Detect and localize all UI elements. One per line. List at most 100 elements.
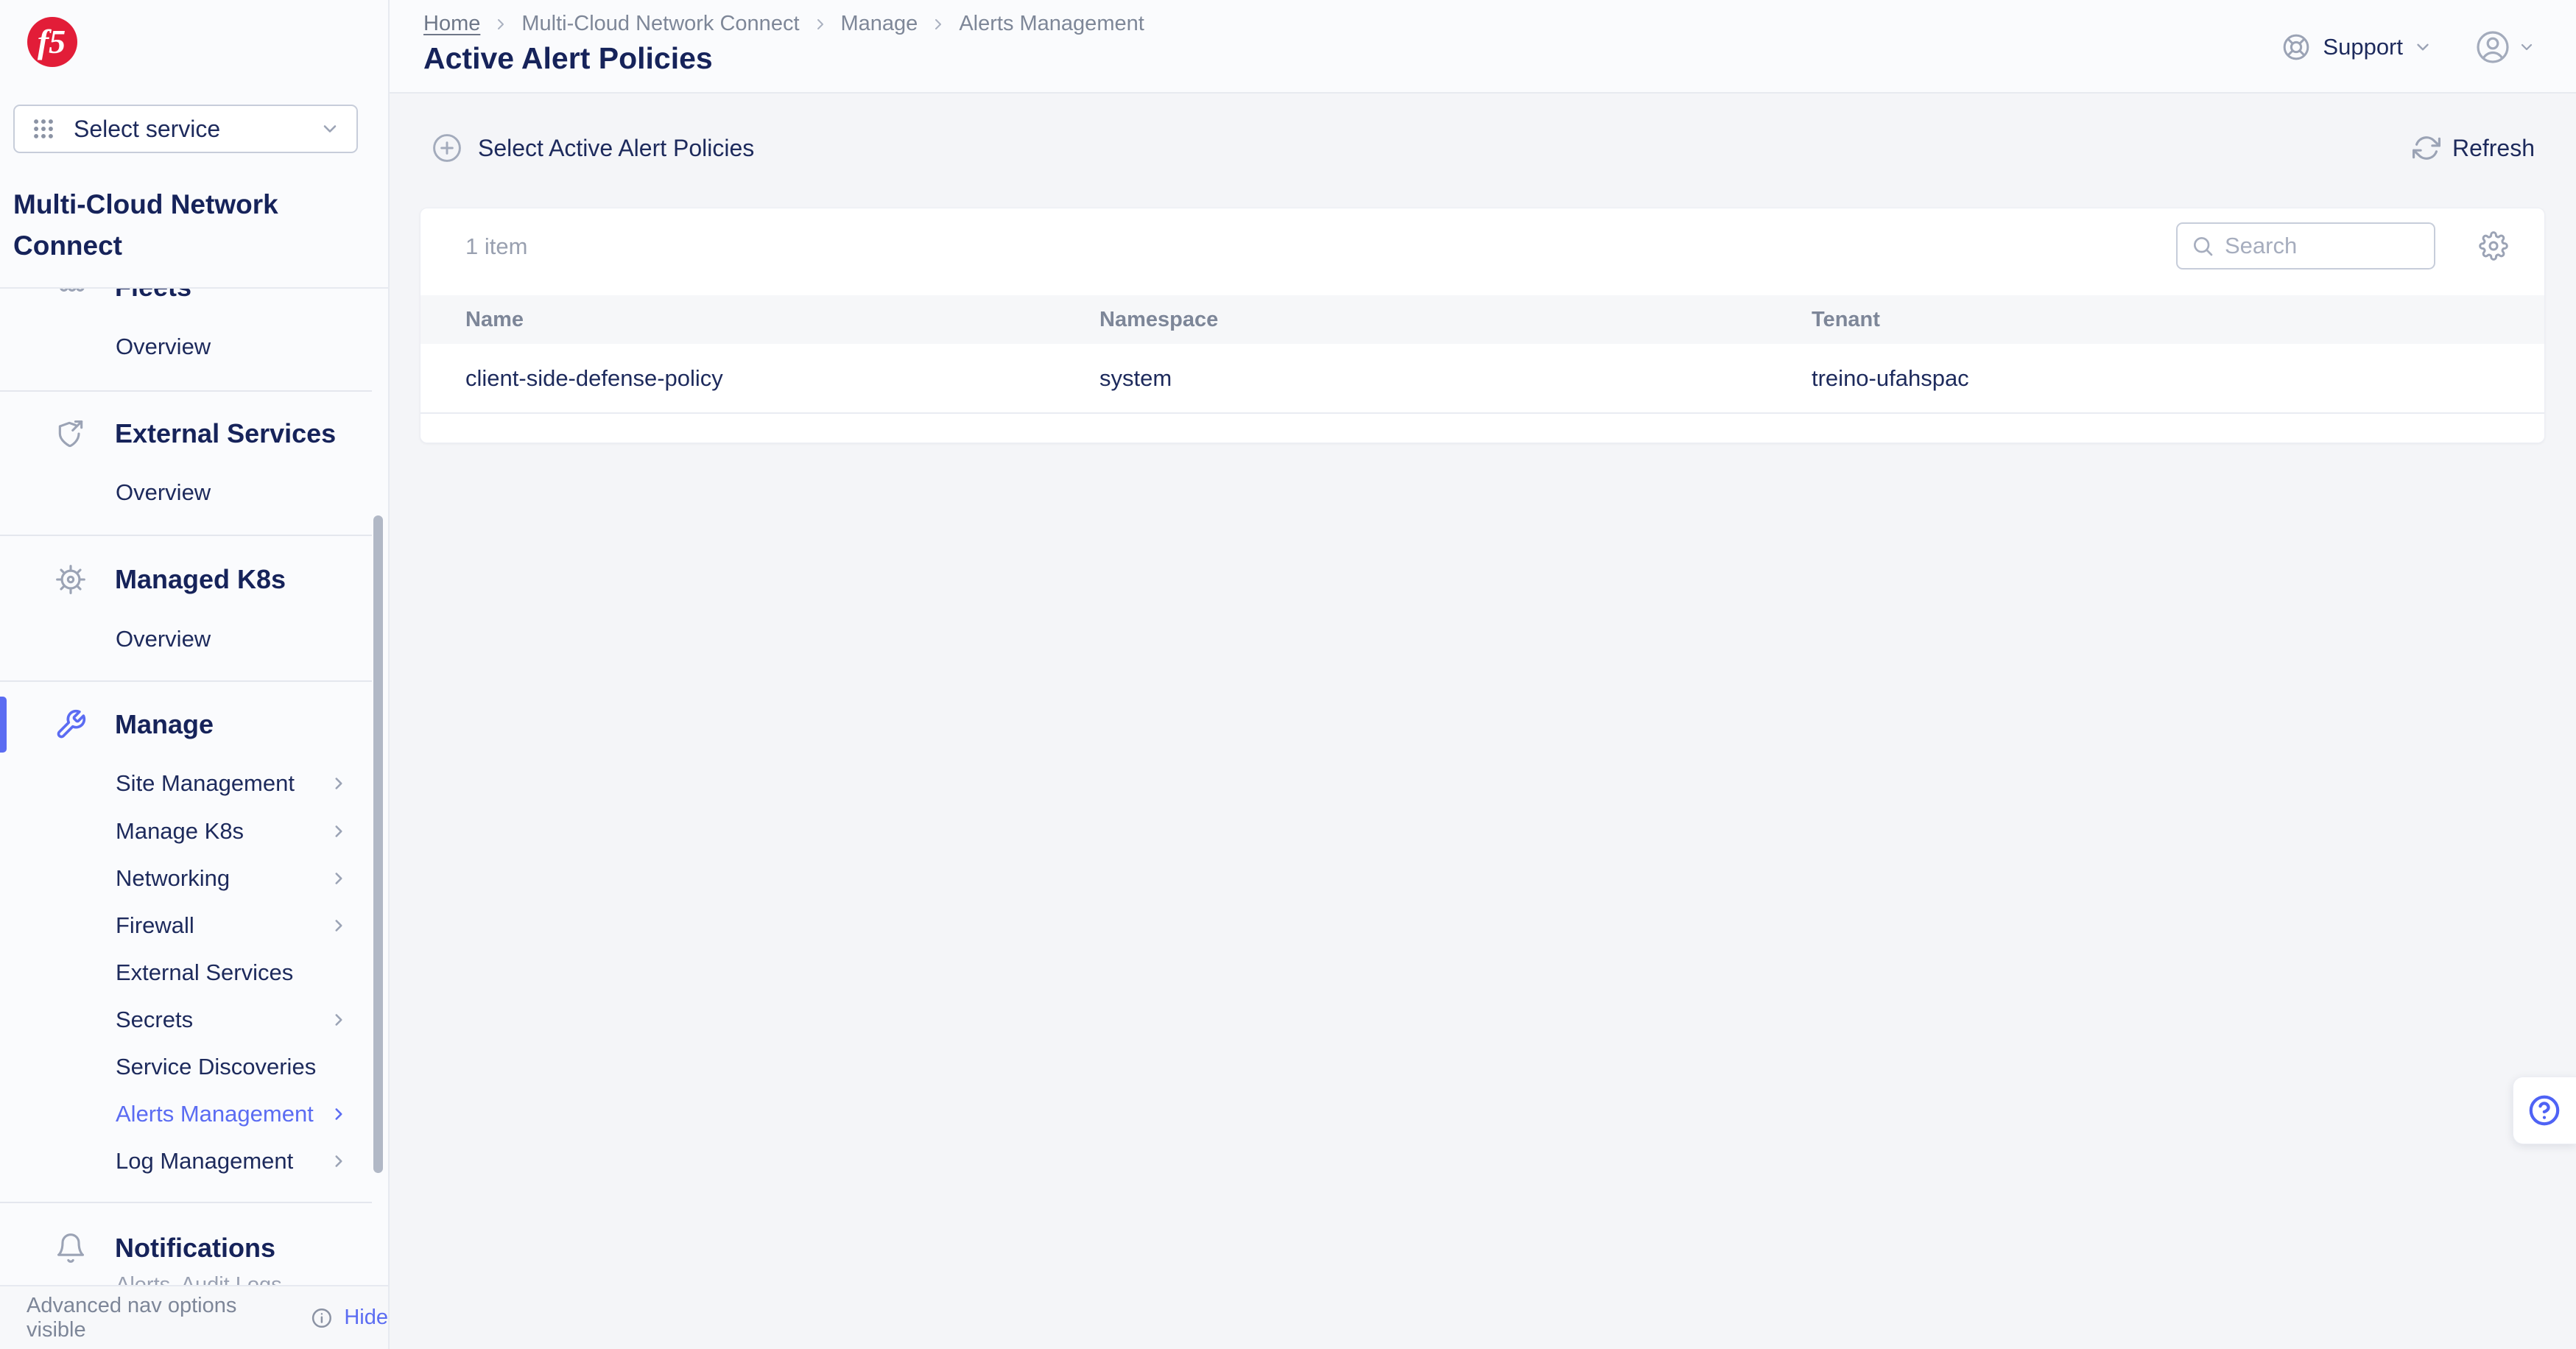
chevron-down-icon <box>2413 38 2432 57</box>
sidebar-section-label: External Services <box>115 418 336 449</box>
search-icon <box>2191 234 2214 258</box>
sidebar-item-label: Log Management <box>116 1148 293 1174</box>
page-title: Active Alert Policies <box>423 41 713 76</box>
sidebar-item-firewall[interactable]: Firewall <box>0 902 388 949</box>
sidebar-section-label: Manage <box>115 709 214 740</box>
main-content: Select Active Alert Policies Refresh 1 i… <box>390 95 2576 1349</box>
sidebar-item-secrets[interactable]: Secrets <box>0 996 388 1043</box>
sidebar-item-label: Overview <box>116 626 211 652</box>
chevron-right-icon <box>329 774 348 793</box>
refresh-label: Refresh <box>2452 135 2535 162</box>
table-search <box>2176 222 2435 270</box>
notifications-icon <box>53 1232 88 1264</box>
sidebar: f5 Select service Multi-Cloud Network Co… <box>0 0 390 1349</box>
select-button-label: Select Active Alert Policies <box>478 135 754 162</box>
sidebar-section-managed-k8s[interactable]: Managed K8s <box>0 552 388 607</box>
topbar: Home Multi-Cloud Network Connect Manage … <box>390 0 2576 94</box>
sidebar-section-label: Managed K8s <box>115 564 286 595</box>
grid-icon <box>31 116 56 141</box>
managed-k8s-icon <box>53 563 88 596</box>
sidebar-item-site-management[interactable]: Site Management <box>0 760 388 807</box>
search-input[interactable] <box>2225 233 2421 259</box>
chevron-right-icon <box>929 15 947 33</box>
sidebar-section-fleets[interactable]: Fleets <box>0 287 388 315</box>
table-row[interactable]: client-side-defense-policy system treino… <box>420 344 2544 414</box>
sidebar-item-managed-k8s-overview[interactable]: Overview <box>0 616 388 663</box>
breadcrumb-home[interactable]: Home <box>423 12 480 36</box>
sidebar-item-label: Manage K8s <box>116 818 244 845</box>
external-services-icon <box>53 418 88 450</box>
chevron-right-icon <box>329 1152 348 1171</box>
breadcrumb-current: Alerts Management <box>959 12 1144 36</box>
sidebar-section-label: Fleets <box>115 287 191 303</box>
refresh-icon <box>2413 134 2440 162</box>
breadcrumb: Home Multi-Cloud Network Connect Manage … <box>423 12 1144 36</box>
alert-policies-table-card: 1 item Name Namespace Tenant client-side… <box>420 208 2545 443</box>
nav-divider <box>0 1202 372 1203</box>
sidebar-footer: Advanced nav options visible Hide <box>0 1285 388 1349</box>
chevron-right-icon <box>329 916 348 935</box>
sidebar-item-manage-k8s[interactable]: Manage K8s <box>0 808 388 855</box>
sidebar-item-label: Alerts Management <box>116 1101 314 1127</box>
column-header-namespace: Namespace <box>1099 308 1812 332</box>
support-label: Support <box>2323 34 2403 60</box>
sidebar-item-label: Site Management <box>116 770 295 797</box>
account-menu-button[interactable] <box>2475 29 2535 65</box>
cell-tenant: treino-ufahspac <box>1812 365 2544 392</box>
sidebar-section-notifications[interactable]: Notifications <box>0 1220 388 1276</box>
chevron-right-icon <box>329 822 348 841</box>
sidebar-item-label: External Services <box>116 959 293 986</box>
column-header-tenant: Tenant <box>1812 308 2544 332</box>
sidebar-item-label: Firewall <box>116 912 194 939</box>
sidebar-item-log-management[interactable]: Log Management <box>0 1138 388 1185</box>
sidebar-item-label: Overview <box>116 479 211 506</box>
sidebar-scrollbar-thumb[interactable] <box>373 515 383 1173</box>
sidebar-item-service-discoveries[interactable]: Service Discoveries <box>0 1043 388 1091</box>
active-section-indicator <box>0 697 7 753</box>
chevron-right-icon <box>812 15 829 33</box>
sidebar-item-label: Service Discoveries <box>116 1054 316 1080</box>
refresh-button[interactable]: Refresh <box>2413 134 2535 162</box>
sidebar-service-title: Multi-Cloud Network Connect <box>13 184 323 267</box>
sidebar-item-external-services-overview[interactable]: Overview <box>0 469 388 516</box>
sidebar-item-networking[interactable]: Networking <box>0 855 388 902</box>
sidebar-item-label: Overview <box>116 334 211 360</box>
chevron-right-icon <box>329 1105 348 1124</box>
svg-text:f5: f5 <box>38 23 66 60</box>
sidebar-section-manage[interactable]: Manage <box>0 697 388 753</box>
help-button[interactable] <box>2513 1077 2576 1144</box>
select-active-alert-policies-button[interactable]: Select Active Alert Policies <box>431 132 754 164</box>
table-settings-gear-icon[interactable] <box>2479 231 2508 261</box>
cell-namespace: system <box>1099 365 1812 392</box>
select-service-dropdown[interactable]: Select service <box>13 105 358 153</box>
sidebar-item-external-services[interactable]: External Services <box>0 949 388 996</box>
item-count: 1 item <box>465 233 527 260</box>
table-header-row: Name Namespace Tenant <box>420 295 2544 344</box>
nav-divider <box>0 390 372 392</box>
user-avatar-icon <box>2475 29 2510 65</box>
topbar-actions: Support <box>2281 0 2535 94</box>
breadcrumb-manage[interactable]: Manage <box>841 12 918 36</box>
sidebar-nav: Fleets Overview External Services Overvi… <box>0 287 388 1285</box>
advanced-nav-status: Advanced nav options visible <box>27 1294 300 1342</box>
sidebar-item-label: Networking <box>116 865 230 892</box>
cell-name[interactable]: client-side-defense-policy <box>420 365 1099 392</box>
sidebar-item-label: Secrets <box>116 1007 193 1033</box>
sidebar-item-fleets-overview[interactable]: Overview <box>0 323 388 370</box>
breadcrumb-service[interactable]: Multi-Cloud Network Connect <box>521 12 799 36</box>
chevron-right-icon <box>329 869 348 888</box>
chevron-down-icon <box>2518 38 2535 56</box>
f5-logo-icon: f5 <box>27 16 78 68</box>
nav-divider <box>0 535 372 536</box>
support-lifebuoy-icon <box>2281 32 2311 62</box>
help-circle-icon <box>2527 1093 2561 1127</box>
support-menu-button[interactable]: Support <box>2281 32 2432 62</box>
hide-advanced-nav-link[interactable]: Hide <box>344 1306 388 1330</box>
manage-icon <box>53 708 88 741</box>
sidebar-item-alerts-management[interactable]: Alerts Management <box>0 1091 388 1138</box>
fleets-icon <box>53 287 88 303</box>
sidebar-section-external-services[interactable]: External Services <box>0 406 388 462</box>
chevron-right-icon <box>329 1010 348 1029</box>
plus-circle-icon <box>431 132 463 164</box>
nav-divider <box>0 680 372 682</box>
